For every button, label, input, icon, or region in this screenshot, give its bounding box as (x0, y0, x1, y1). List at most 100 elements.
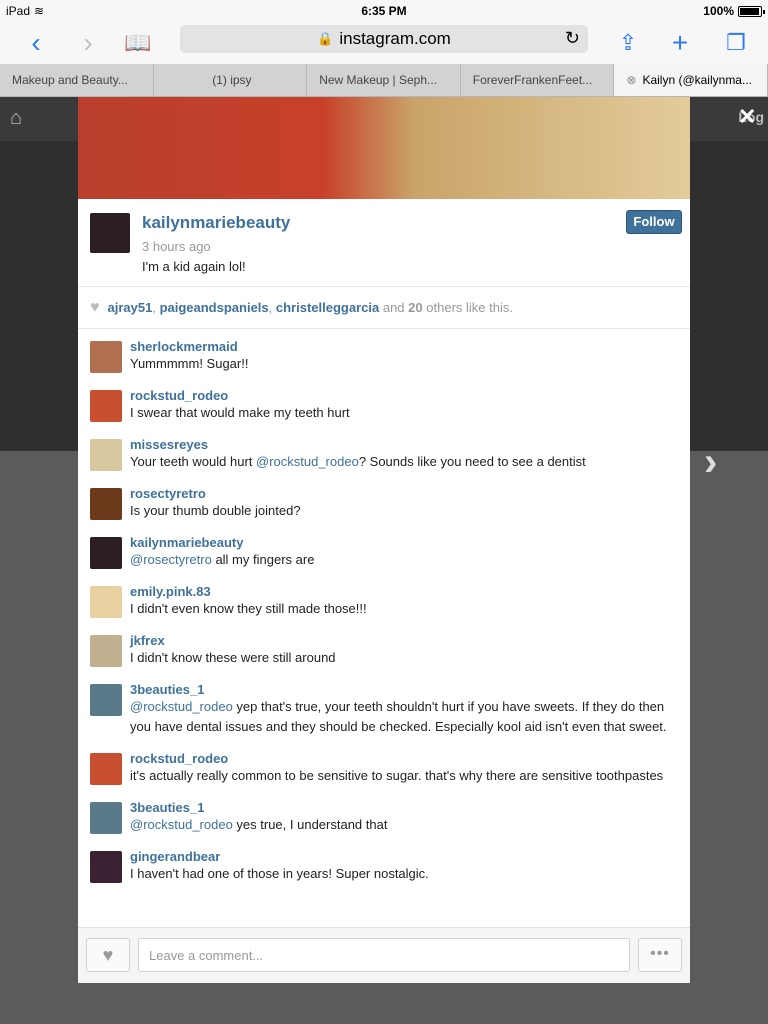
next-arrow-icon[interactable]: › (704, 440, 717, 485)
comments-list: sherlockmermaid Yummmmm! Sugar!! rockstu… (78, 329, 690, 884)
comment-text: I didn't know these were still around (130, 650, 336, 665)
comment: missesreyes Your teeth would hurt @rocks… (78, 437, 690, 472)
tab-kailyn[interactable]: ⊗ Kailyn (@kailynma... (614, 64, 768, 96)
comment-text: Your teeth would hurt @rockstud_rodeo? S… (130, 452, 690, 472)
reload-icon[interactable]: ↻ (565, 28, 580, 49)
battery: 100% (703, 4, 765, 18)
comment-text: I didn't even know they still made those… (130, 601, 367, 616)
tab-bar: Makeup and Beauty... (1) ipsy New Makeup… (0, 64, 768, 97)
avatar[interactable] (90, 851, 122, 883)
new-tab-icon[interactable]: + (660, 22, 700, 64)
battery-icon (738, 5, 765, 17)
avatar[interactable] (90, 390, 122, 422)
comment: rockstud_rodeo it's actually really comm… (78, 751, 690, 786)
avatar[interactable] (90, 537, 122, 569)
tab-sephora[interactable]: New Makeup | Seph... (307, 64, 461, 96)
tabs-icon[interactable]: ❐ (716, 22, 756, 64)
comment-username[interactable]: jkfrex (130, 633, 690, 648)
comment-username[interactable]: 3beauties_1 (130, 682, 690, 697)
comment: rockstud_rodeo I swear that would make m… (78, 388, 690, 423)
mention-link[interactable]: @rockstud_rodeo (130, 699, 233, 714)
like-button[interactable]: ♥ (86, 938, 130, 972)
comment-text: Yummmmm! Sugar!! (130, 356, 249, 371)
forward-icon[interactable]: › (68, 22, 108, 64)
comment: jkfrex I didn't know these were still ar… (78, 633, 690, 668)
comment-text: @rosectyretro all my fingers are (130, 550, 690, 570)
battery-percent: 100% (703, 4, 734, 18)
comment-text-part: all my fingers are (211, 552, 315, 567)
comment-username[interactable]: rosectyretro (130, 486, 690, 501)
comment-username[interactable]: 3beauties_1 (130, 800, 690, 815)
like-user[interactable]: paigeandspaniels (160, 300, 269, 315)
likes-count: 20 (408, 300, 423, 315)
heart-icon: ♥ (102, 945, 114, 965)
avatar[interactable] (90, 753, 122, 785)
comment: emily.pink.83 I didn't even know they st… (78, 584, 690, 619)
tab-ipsy[interactable]: (1) ipsy (154, 64, 308, 96)
bookmarks-icon[interactable]: 📖 (118, 22, 158, 64)
share-icon[interactable]: ⇪ (608, 22, 648, 64)
mention-link[interactable]: @rockstud_rodeo (130, 817, 233, 832)
like-user[interactable]: christelleggarcia (276, 300, 379, 315)
tab-makeup-beauty[interactable]: Makeup and Beauty... (0, 64, 154, 96)
more-options-button[interactable]: ••• (638, 938, 682, 972)
comment: rosectyretro Is your thumb double jointe… (78, 486, 690, 521)
avatar[interactable] (90, 586, 122, 618)
avatar[interactable] (90, 213, 130, 253)
mention-link[interactable]: @rosectyretro (130, 552, 212, 567)
likes-row: ♥ ajray51, paigeandspaniels, christelleg… (78, 287, 690, 329)
post-modal: kailynmariebeauty 3 hours ago I'm a kid … (78, 97, 690, 983)
home-icon[interactable]: ⌂ (10, 107, 22, 130)
comment-text: @rockstud_rodeo yes true, I understand t… (130, 815, 690, 835)
comment: kailynmariebeauty @rosectyretro all my f… (78, 535, 690, 570)
post-caption: I'm a kid again lol! (142, 259, 246, 274)
avatar[interactable] (90, 802, 122, 834)
post-header: kailynmariebeauty 3 hours ago I'm a kid … (78, 199, 690, 287)
comment-text: it's actually really common to be sensit… (130, 768, 664, 783)
avatar[interactable] (90, 635, 122, 667)
tab-kailyn-label: Kailyn (@kailynma... (642, 73, 752, 87)
back-icon[interactable]: ‹ (16, 22, 56, 64)
comment-text-part: Your teeth would hurt (130, 454, 256, 469)
follow-button[interactable]: Follow (626, 210, 682, 234)
comment-username[interactable]: sherlockmermaid (130, 339, 690, 354)
status-bar: iPad ≋ 6:35 PM 100% (0, 0, 768, 22)
avatar[interactable] (90, 684, 122, 716)
post-time: 3 hours ago (142, 239, 211, 254)
like-user[interactable]: ajray51 (108, 300, 153, 315)
comment-text: I swear that would make my teeth hurt (130, 405, 350, 420)
comment-footer: ♥ Leave a comment... ••• (78, 927, 690, 983)
post-photo (78, 97, 690, 199)
post-username[interactable]: kailynmariebeauty (142, 213, 290, 233)
comment-text: @rockstud_rodeo yep that's true, your te… (130, 697, 690, 737)
comment: 3beauties_1 @rockstud_rodeo yep that's t… (78, 682, 690, 737)
avatar[interactable] (90, 488, 122, 520)
comment-username[interactable]: emily.pink.83 (130, 584, 690, 599)
tab-foreverfrankenfeet[interactable]: ForeverFrankenFeet... (461, 64, 615, 96)
avatar[interactable] (90, 341, 122, 373)
comment-text: I haven't had one of those in years! Sup… (130, 866, 429, 881)
comment: 3beauties_1 @rockstud_rodeo yes true, I … (78, 800, 690, 835)
avatar[interactable] (90, 439, 122, 471)
comment-text-part: yes true, I understand that (232, 817, 388, 832)
lock-icon: 🔒 (317, 31, 334, 46)
likes-and: and (382, 300, 405, 315)
comment-input[interactable]: Leave a comment... (138, 938, 630, 972)
close-tab-icon[interactable]: ⊗ (626, 73, 636, 96)
comment-username[interactable]: rockstud_rodeo (130, 388, 690, 403)
comment-text: Is your thumb double jointed? (130, 503, 301, 518)
comment-text-part: ? Sounds like you need to see a dentist (358, 454, 586, 469)
comment-username[interactable]: missesreyes (130, 437, 690, 452)
address-bar[interactable]: 🔒 instagram.com ↻ (180, 25, 588, 53)
mention-link[interactable]: @rockstud_rodeo (256, 454, 359, 469)
comment-username[interactable]: rockstud_rodeo (130, 751, 690, 766)
comment-username[interactable]: kailynmariebeauty (130, 535, 690, 550)
close-icon[interactable]: ✕ (738, 104, 756, 130)
comment: sherlockmermaid Yummmmm! Sugar!! (78, 339, 690, 374)
likes-suffix: others like this. (426, 300, 513, 315)
clock: 6:35 PM (361, 4, 407, 18)
heart-icon: ♥ (90, 298, 100, 316)
comment-username[interactable]: gingerandbear (130, 849, 690, 864)
browser-toolbar: ‹ › 📖 🔒 instagram.com ↻ ⇪ + ❐ (0, 22, 768, 64)
comment: gingerandbear I haven't had one of those… (78, 849, 690, 884)
